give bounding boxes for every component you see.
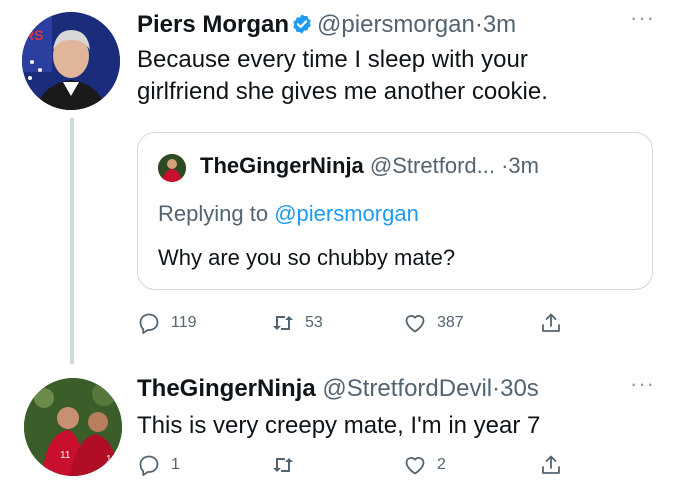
replying-mention-link[interactable]: @piersmorgan <box>274 201 419 226</box>
more-options-icon[interactable]: ··· <box>630 373 655 395</box>
tweet-text-line: Because every time I sleep with your <box>137 46 528 73</box>
timestamp[interactable]: 3m <box>483 11 516 38</box>
svg-text:11: 11 <box>60 450 71 461</box>
share-button[interactable] <box>539 308 563 338</box>
tweet-piers-morgan[interactable]: RS Piers Morgan @piersmorgan·3m ··· Becau… <box>0 0 681 364</box>
like-count: 2 <box>437 456 446 473</box>
retweet-button[interactable]: 53 <box>271 308 323 338</box>
reply-count: 1 <box>171 456 180 473</box>
action-bar: 119 53 387 <box>137 308 577 338</box>
avatar[interactable] <box>158 154 186 182</box>
author-handle[interactable]: @StretfordDevil <box>322 375 492 402</box>
verified-badge-icon <box>291 13 313 43</box>
author-name[interactable]: TheGingerNinja <box>137 375 316 402</box>
quoted-author-handle[interactable]: @Stretford... <box>370 153 495 178</box>
action-bar: 1 2 <box>137 450 577 480</box>
timestamp[interactable]: 30s <box>500 375 539 402</box>
retweet-button[interactable] <box>271 450 305 480</box>
quoted-tweet-text: Why are you so chubby mate? <box>158 245 456 270</box>
profile-photo-man-in-suit-icon: RS <box>22 12 120 110</box>
share-icon <box>542 313 560 332</box>
quoted-author-name[interactable]: TheGingerNinja <box>200 153 364 178</box>
tweet-the-ginger-ninja[interactable]: 11 18 TheGingerNinja @StretfordDevil·30s… <box>0 362 681 500</box>
profile-photo-footballers-icon: 11 18 <box>24 378 122 476</box>
heart-icon <box>405 315 425 333</box>
svg-text:RS: RS <box>24 27 43 43</box>
reply-count: 119 <box>171 314 197 331</box>
separator-dot: · <box>492 375 501 402</box>
share-button[interactable] <box>539 450 563 480</box>
retweet-count: 53 <box>305 314 323 331</box>
like-button[interactable]: 387 <box>403 308 464 338</box>
quoted-tweet-header: TheGingerNinja @Stretford... ·3m <box>200 151 539 181</box>
reply-button[interactable]: 119 <box>137 308 197 338</box>
avatar[interactable]: 11 18 <box>24 378 122 476</box>
heart-icon <box>405 457 425 475</box>
retweet-icon <box>273 316 293 330</box>
tweet-text: This is very creepy mate, I'm in year 7 <box>137 410 540 442</box>
reply-button[interactable]: 1 <box>137 450 180 480</box>
svg-text:18: 18 <box>106 454 118 465</box>
quoted-timestamp[interactable]: 3m <box>508 153 539 178</box>
separator-dot: · <box>474 11 483 38</box>
tweet-text: Because every time I sleep with your gir… <box>137 44 548 108</box>
like-count: 387 <box>437 314 464 331</box>
thread-line <box>70 118 74 364</box>
tweet-text-line: girlfriend she gives me another cookie. <box>137 78 548 105</box>
like-button[interactable]: 2 <box>403 450 446 480</box>
reply-icon <box>139 313 159 334</box>
replying-prefix: Replying to <box>158 201 269 226</box>
author-name[interactable]: Piers Morgan <box>137 11 289 38</box>
retweet-icon <box>273 458 293 472</box>
replying-to: Replying to @piersmorgan <box>158 199 419 229</box>
author-handle[interactable]: @piersmorgan <box>317 11 475 38</box>
tweet-header: TheGingerNinja @StretfordDevil·30s <box>137 374 539 404</box>
reply-icon <box>139 455 159 476</box>
tweet-text-line: This is very creepy mate, I'm in year 7 <box>137 412 541 439</box>
share-icon <box>542 455 560 474</box>
avatar[interactable]: RS <box>22 12 120 110</box>
quoted-tweet[interactable]: TheGingerNinja @Stretford... ·3m Replyin… <box>137 132 653 290</box>
tweet-header: Piers Morgan @piersmorgan·3m <box>137 10 516 43</box>
more-options-icon[interactable]: ··· <box>630 7 655 29</box>
profile-photo-red-jersey-icon <box>158 154 186 182</box>
